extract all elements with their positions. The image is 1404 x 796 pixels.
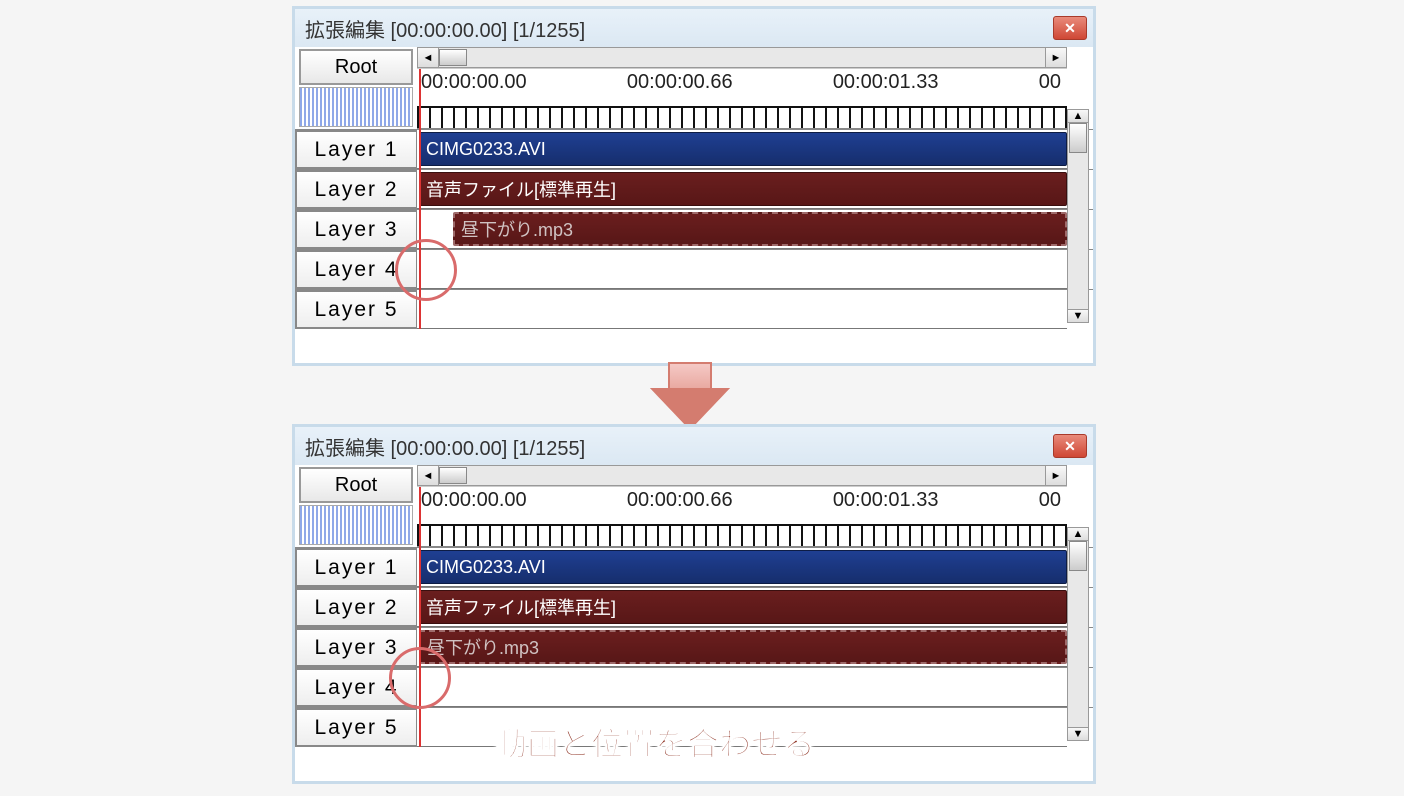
layer-track-4[interactable] — [417, 250, 1067, 289]
audio-clip-2-aligned[interactable]: 昼下がり.mp3 — [419, 630, 1067, 664]
layer-label-2[interactable]: Layer 2 — [295, 170, 417, 209]
titlebar: 拡張編集 [00:00:00.00] [1/1255] ✕ — [295, 427, 1093, 465]
audio-clip-1[interactable]: 音声ファイル[標準再生] — [419, 172, 1067, 206]
time-label: 00 — [1039, 71, 1061, 94]
video-clip[interactable]: CIMG0233.AVI — [419, 132, 1067, 166]
window-title: 拡張編集 [00:00:00.00] [1/1255] — [301, 432, 1053, 461]
layer-track-2[interactable]: 音声ファイル[標準再生] — [417, 170, 1067, 209]
time-label: 00:00:01.33 — [833, 489, 939, 512]
layer-label-3[interactable]: Layer 3 — [295, 628, 417, 667]
h-scroll-track[interactable] — [439, 47, 1045, 68]
layer-track-1[interactable]: CIMG0233.AVI — [417, 548, 1067, 587]
scroll-down-icon[interactable]: ▼ — [1067, 309, 1089, 323]
audio-clip-1[interactable]: 音声ファイル[標準再生] — [419, 590, 1067, 624]
scroll-right-icon[interactable]: ► — [1045, 47, 1067, 68]
close-button[interactable]: ✕ — [1053, 16, 1087, 40]
audio-clip-2-offset[interactable]: 昼下がり.mp3 — [453, 212, 1067, 246]
playhead[interactable] — [419, 487, 421, 747]
layer-label-2[interactable]: Layer 2 — [295, 588, 417, 627]
scroll-left-icon[interactable]: ◄ — [417, 47, 439, 68]
time-label: 00 — [1039, 489, 1061, 512]
h-scroll-thumb[interactable] — [439, 49, 467, 66]
layer-label-5[interactable]: Layer 5 — [295, 290, 417, 329]
window-title: 拡張編集 [00:00:00.00] [1/1255] — [301, 14, 1053, 43]
arrow-down-icon — [650, 362, 730, 432]
layer-label-1[interactable]: Layer 1 — [295, 130, 417, 169]
clip-label: 昼下がり.mp3 — [461, 216, 573, 242]
clip-label: 音声ファイル[標準再生] — [426, 594, 616, 620]
layer-label-4[interactable]: Layer 4 — [295, 250, 417, 289]
close-icon: ✕ — [1064, 438, 1076, 455]
root-button[interactable]: Root — [299, 49, 413, 85]
layer-track-5[interactable] — [417, 290, 1067, 329]
time-ruler[interactable]: 00:00:00.00 00:00:00.66 00:00:01.33 00 — [417, 69, 1067, 129]
timeline-window-before: 拡張編集 [00:00:00.00] [1/1255] ✕ Root ◄ ► 0… — [292, 6, 1096, 366]
video-clip[interactable]: CIMG0233.AVI — [419, 550, 1067, 584]
h-scroll-track[interactable] — [439, 465, 1045, 486]
time-label: 00:00:01.33 — [833, 71, 939, 94]
scroll-right-icon[interactable]: ► — [1045, 465, 1067, 486]
clip-label: 昼下がり.mp3 — [427, 634, 539, 660]
time-label: 00:00:00.66 — [627, 71, 733, 94]
v-scroll-track[interactable] — [1067, 541, 1089, 727]
v-scrollbar[interactable]: ▲ ▼ — [1067, 109, 1089, 323]
waveform-thumb — [299, 505, 413, 545]
v-scroll-thumb[interactable] — [1069, 123, 1087, 153]
layer-track-3[interactable]: 昼下がり.mp3 — [417, 210, 1067, 249]
time-ruler[interactable]: 00:00:00.00 00:00:00.66 00:00:01.33 00 — [417, 487, 1067, 547]
time-label: 00:00:00.66 — [627, 489, 733, 512]
h-scrollbar[interactable]: ◄ ► — [417, 465, 1067, 487]
v-scroll-thumb[interactable] — [1069, 541, 1087, 571]
v-scroll-track[interactable] — [1067, 123, 1089, 309]
time-label: 00:00:00.00 — [421, 489, 527, 512]
scroll-up-icon[interactable]: ▲ — [1067, 527, 1089, 541]
layer-track-1[interactable]: CIMG0233.AVI — [417, 130, 1067, 169]
layer-label-4[interactable]: Layer 4 — [295, 668, 417, 707]
layer-label-5[interactable]: Layer 5 — [295, 708, 417, 747]
timeline-window-after: 拡張編集 [00:00:00.00] [1/1255] ✕ Root ◄ ► 0… — [292, 424, 1096, 784]
close-icon: ✕ — [1064, 20, 1076, 37]
clip-label: 音声ファイル[標準再生] — [426, 176, 616, 202]
layer-label-3[interactable]: Layer 3 — [295, 210, 417, 249]
scroll-down-icon[interactable]: ▼ — [1067, 727, 1089, 741]
v-scrollbar[interactable]: ▲ ▼ — [1067, 527, 1089, 741]
h-scrollbar[interactable]: ◄ ► — [417, 47, 1067, 69]
h-scroll-thumb[interactable] — [439, 467, 467, 484]
ruler-ticks — [417, 106, 1067, 128]
caption-text: 動画と位置を合わせる — [495, 719, 815, 765]
layer-track-4[interactable] — [417, 668, 1067, 707]
playhead[interactable] — [419, 69, 421, 329]
layer-label-1[interactable]: Layer 1 — [295, 548, 417, 587]
waveform-thumb — [299, 87, 413, 127]
clip-label: CIMG0233.AVI — [426, 557, 546, 578]
layer-track-3[interactable]: 昼下がり.mp3 — [417, 628, 1067, 667]
layer-track-2[interactable]: 音声ファイル[標準再生] — [417, 588, 1067, 627]
clip-label: CIMG0233.AVI — [426, 139, 546, 160]
root-button[interactable]: Root — [299, 467, 413, 503]
scroll-up-icon[interactable]: ▲ — [1067, 109, 1089, 123]
time-label: 00:00:00.00 — [421, 71, 527, 94]
ruler-ticks — [417, 524, 1067, 546]
titlebar: 拡張編集 [00:00:00.00] [1/1255] ✕ — [295, 9, 1093, 47]
close-button[interactable]: ✕ — [1053, 434, 1087, 458]
scroll-left-icon[interactable]: ◄ — [417, 465, 439, 486]
